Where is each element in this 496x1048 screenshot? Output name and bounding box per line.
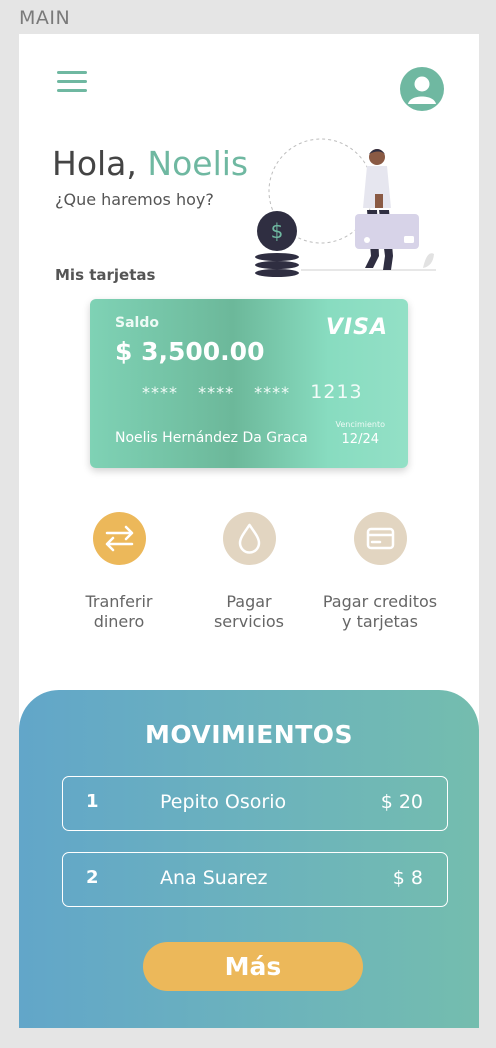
hamburger-menu-icon[interactable] xyxy=(57,70,87,94)
my-cards-title: Mis tarjetas xyxy=(55,266,156,284)
user-name: Noelis xyxy=(147,144,249,183)
movement-index: 1 xyxy=(86,791,99,812)
pay-services-button[interactable]: Pagar servicios xyxy=(174,512,324,632)
credit-card-icon xyxy=(353,512,407,565)
movement-row[interactable]: 1 Pepito Osorio $ 20 xyxy=(62,776,448,831)
movements-panel: MOVIMIENTOS 1 Pepito Osorio $ 20 2 Ana S… xyxy=(19,690,479,1028)
card-holder-name: Noelis Hernández Da Graca xyxy=(115,430,308,446)
card-number-masked: **** **** **** xyxy=(142,383,291,402)
svg-text:$: $ xyxy=(271,219,284,243)
person-with-card-illustration: $ xyxy=(255,138,436,277)
card-number-last-digits: 1213 xyxy=(310,381,363,403)
expiry-date: 12/24 xyxy=(341,432,379,447)
greeting-subtitle: ¿Que haremos hoy? xyxy=(55,190,214,209)
pay-credits-button[interactable]: Pagar creditos y tarjetas xyxy=(305,512,455,632)
greeting-text: Hola, xyxy=(52,144,137,183)
action-label: Pagar servicios xyxy=(213,592,285,631)
movement-row[interactable]: 2 Ana Suarez $ 8 xyxy=(62,852,448,907)
water-drop-icon xyxy=(222,512,276,565)
transfer-money-button[interactable]: Tranferir dinero xyxy=(44,512,194,632)
movements-title: MOVIMIENTOS xyxy=(144,720,354,749)
balance-amount: $ 3,500.00 xyxy=(115,337,265,366)
expiry-label: Vencimiento xyxy=(335,420,385,429)
credit-card[interactable]: Saldo $ 3,500.00 VISA **** **** **** 121… xyxy=(90,299,408,468)
movement-index: 2 xyxy=(86,867,99,888)
movement-amount: $ 8 xyxy=(392,867,423,889)
user-avatar-icon[interactable] xyxy=(400,67,444,111)
main-screen: Hola, Noelis ¿Que haremos hoy? $ Mis tar… xyxy=(19,34,479,1028)
visa-logo: VISA xyxy=(325,315,388,340)
action-label: Pagar creditos y tarjetas xyxy=(322,592,438,631)
movement-name: Pepito Osorio xyxy=(160,791,287,813)
transfer-arrows-icon xyxy=(92,512,146,565)
greeting-heading: Hola, Noelis xyxy=(52,144,248,183)
movement-amount: $ 20 xyxy=(380,791,423,813)
card-number: **** **** **** 1213 xyxy=(142,381,363,403)
frame-label: MAIN xyxy=(19,7,71,29)
balance-label: Saldo xyxy=(115,315,159,331)
action-label: Tranferir dinero xyxy=(85,592,153,631)
movement-name: Ana Suarez xyxy=(160,867,268,889)
more-button[interactable]: Más xyxy=(143,942,363,991)
